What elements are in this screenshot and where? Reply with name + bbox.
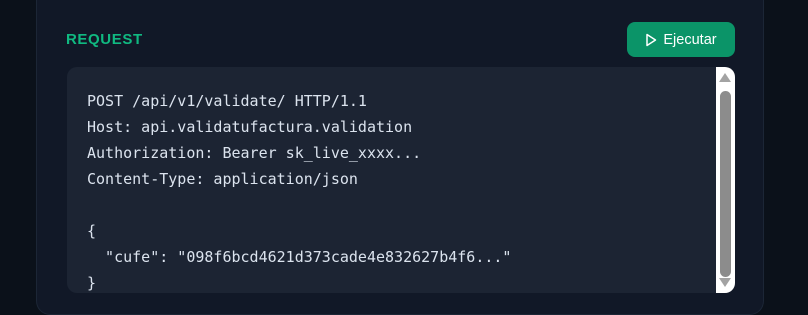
scroll-up-arrow-icon[interactable] <box>719 73 731 82</box>
scroll-down-arrow-icon[interactable] <box>719 278 731 287</box>
code-line: Content-Type: application/json <box>87 170 358 188</box>
execute-button[interactable]: Ejecutar <box>627 22 735 57</box>
scrollbar-thumb[interactable] <box>720 91 731 277</box>
code-line: Authorization: Bearer sk_live_xxxx... <box>87 144 422 162</box>
code-line: { <box>87 222 97 240</box>
play-icon <box>645 33 657 47</box>
code-scrollbar[interactable] <box>716 67 735 293</box>
request-code-block[interactable]: POST /api/v1/validate/ HTTP/1.1 Host: api… <box>67 67 735 293</box>
execute-button-label: Ejecutar <box>663 31 717 48</box>
code-line: "cufe": "098f6bcd4621d373cade4e832627b4f… <box>87 248 512 266</box>
request-panel: REQUEST Ejecutar POST /api/v1/validate/ … <box>36 0 764 315</box>
code-line: POST /api/v1/validate/ HTTP/1.1 <box>87 92 367 110</box>
code-line: } <box>87 274 97 292</box>
request-code: POST /api/v1/validate/ HTTP/1.1 Host: api… <box>87 88 511 293</box>
code-line: Host: api.validatufactura.validation <box>87 118 413 136</box>
request-section-title: REQUEST <box>66 31 143 48</box>
